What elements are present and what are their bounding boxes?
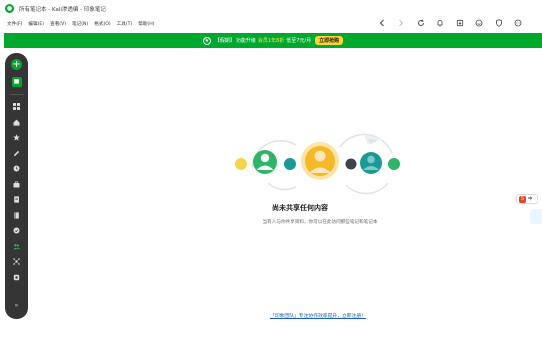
banner-highlight: 会员1年8折	[257, 38, 285, 44]
home-icon	[13, 119, 20, 126]
menu-format[interactable]: 格式(O)	[94, 21, 110, 27]
ime-widget[interactable]: S 中	[516, 194, 538, 204]
sidebar-divider	[9, 94, 24, 95]
sidebar-item-connections[interactable]	[5, 254, 28, 270]
sidebar-item-library[interactable]	[5, 208, 28, 224]
account-notebook-icon[interactable]: ■	[11, 77, 22, 87]
tag-icon	[13, 227, 20, 234]
menu-help[interactable]: 帮助(H)	[138, 21, 154, 27]
ime-label: 中	[528, 197, 533, 202]
side-float-panel[interactable]	[530, 209, 542, 224]
sidebar-item-shortcuts[interactable]	[5, 130, 28, 146]
sidebar-item-home[interactable]	[5, 115, 28, 131]
emoji-icon[interactable]	[470, 14, 490, 32]
trash-icon	[13, 274, 20, 280]
download-icon[interactable]	[450, 14, 470, 32]
notebook-icon	[14, 196, 19, 203]
menu-note[interactable]: 笔记(N)	[72, 21, 88, 27]
menu-view[interactable]: 查看(V)	[50, 21, 66, 27]
grid-icon	[13, 103, 20, 111]
badge-icon: ★	[202, 36, 211, 45]
sidebar-expand-button[interactable]: »	[15, 302, 19, 309]
star-icon	[13, 134, 20, 141]
briefcase-icon	[13, 181, 20, 188]
sidebar-item-trash[interactable]	[5, 270, 28, 286]
toolbar	[372, 14, 528, 32]
empty-state-description: 当有人与你共享资料，你可以在此访问那些笔记和笔记本	[262, 220, 378, 225]
empty-state-illustration	[235, 133, 400, 195]
app-logo-icon: ●	[5, 4, 14, 13]
clock-icon	[13, 165, 20, 172]
sidebar-item-work[interactable]	[5, 177, 28, 193]
sync-icon[interactable]	[411, 14, 431, 32]
menu-file[interactable]: 文件(F)	[7, 21, 22, 27]
book-icon	[14, 212, 19, 219]
forward-icon[interactable]	[392, 14, 412, 32]
window-title: 所有笔记本 - Kali渗透编 - 印象笔记	[19, 6, 106, 13]
sidebar-item-tags[interactable]	[5, 223, 28, 239]
banner-tag: 【假期】	[214, 38, 235, 44]
connections-icon	[13, 258, 20, 266]
more-icon[interactable]	[509, 14, 529, 32]
banner-buy-button[interactable]: 立即抢购	[315, 36, 344, 45]
sidebar-item-shared[interactable]	[5, 239, 28, 255]
shield-icon[interactable]	[489, 14, 509, 32]
back-icon[interactable]	[372, 14, 392, 32]
ime-badge-icon: S	[519, 195, 526, 203]
empty-state-title: 尚未共享任何内容	[272, 204, 328, 212]
sidebar-item-notebooks[interactable]	[5, 192, 28, 208]
sidebar-item-notes[interactable]	[5, 146, 28, 162]
new-note-button[interactable]: +	[11, 59, 22, 70]
menu-tools[interactable]: 工具(T)	[117, 21, 133, 27]
banner-price: 低至7元/月	[286, 38, 312, 44]
sidebar-item-recent[interactable]	[5, 161, 28, 177]
shared-icon	[13, 243, 20, 249]
pen-icon	[14, 150, 20, 156]
empty-illustration-art	[235, 133, 400, 195]
sidebar: + ■ »	[5, 53, 28, 319]
notifications-icon[interactable]	[431, 14, 451, 32]
banner-text: 功能升级	[235, 38, 256, 44]
register-link[interactable]: 「印象团队」专注协作效率提升，立即注册！	[230, 312, 406, 319]
promo-banner[interactable]: ★ 【假期】 功能升级 会员1年8折 低至7元/月 立即抢购	[4, 33, 542, 48]
sidebar-item-dashboard[interactable]	[5, 99, 28, 115]
menu-edit[interactable]: 编辑(E)	[28, 21, 44, 27]
